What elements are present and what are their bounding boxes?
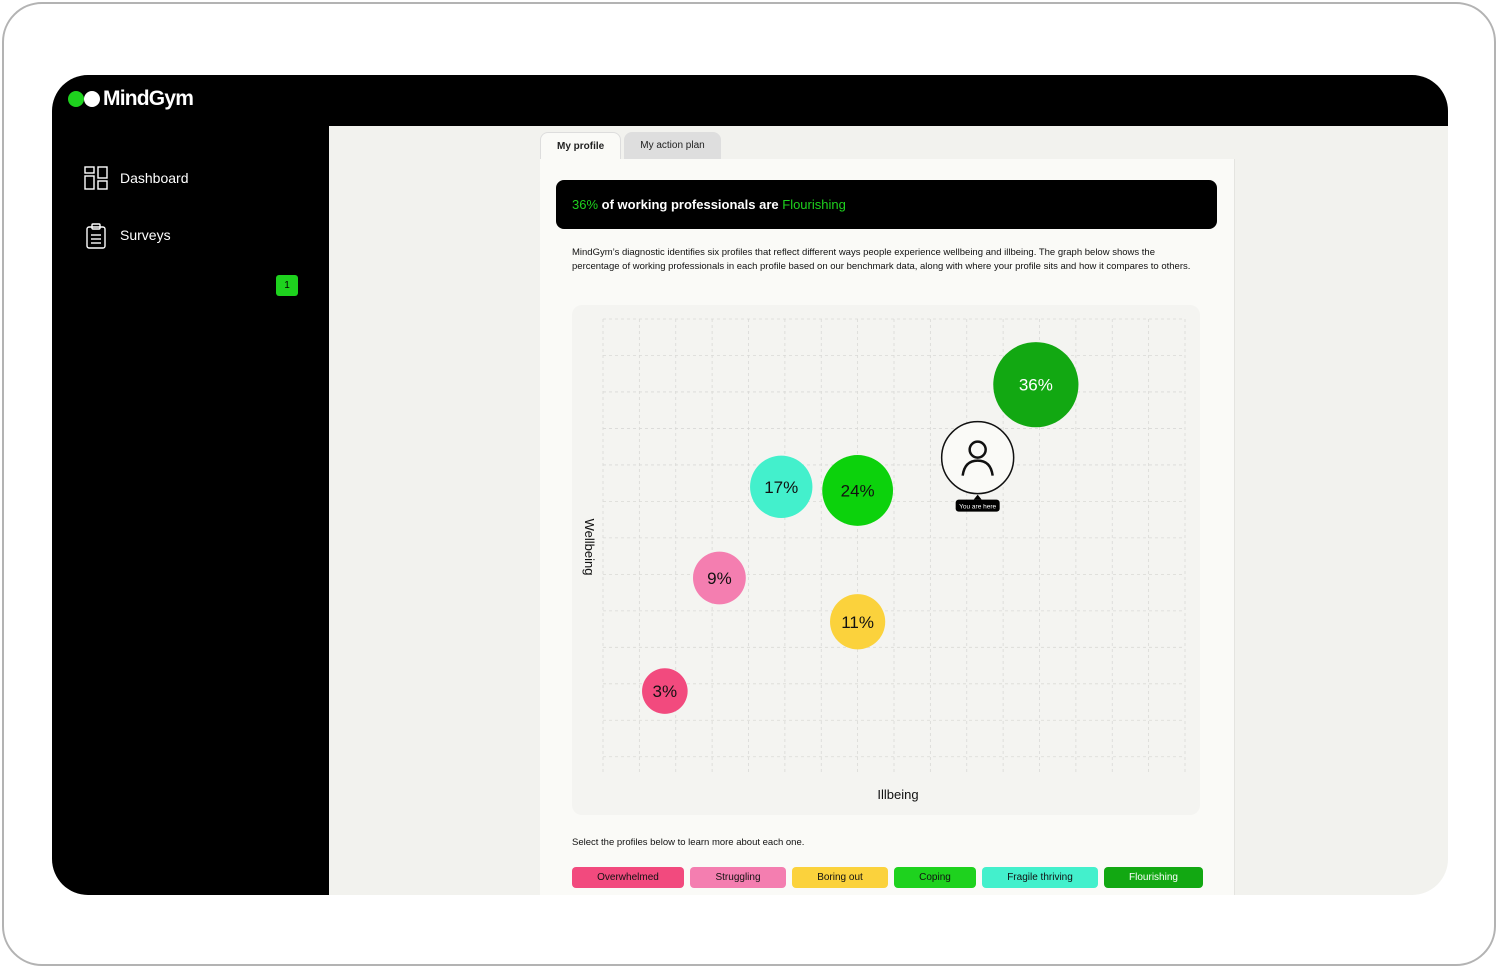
tab-my-action-plan[interactable]: My action plan (624, 132, 721, 159)
profile-card: 36% of working professionals are Flouris… (540, 159, 1235, 895)
bubble-label: 36% (1019, 376, 1053, 395)
bubble-struggling[interactable]: 9% (693, 551, 746, 605)
sidebar-item-label: Dashboard (120, 170, 189, 186)
headline-banner: 36% of working professionals are Flouris… (556, 180, 1217, 229)
description-text: MindGym’s diagnostic identifies six prof… (572, 247, 1191, 272)
headline-text: of working professionals are (598, 197, 783, 212)
clipboard-icon (84, 223, 108, 249)
x-axis-label: Illbeing (877, 787, 918, 802)
bubble-label: 24% (841, 481, 875, 500)
you-are-here-label: You are here (959, 504, 996, 511)
bubble-label: 11% (841, 613, 874, 632)
sidebar: Dashboard Surveys 1 (52, 126, 329, 895)
tooltip-pointer (973, 494, 982, 500)
sidebar-item-surveys[interactable]: Surveys (84, 223, 171, 249)
profile-pill-boring-out[interactable]: Boring out (792, 867, 888, 888)
profile-pill-struggling[interactable]: Struggling (690, 867, 786, 888)
top-bar: MindGym (52, 75, 1448, 126)
chart-svg: Wellbeing Illbeing 3% 9% 11% 24% 17% 36% You … (582, 318, 1186, 802)
logo-text: MindGym (103, 87, 194, 110)
bubble-label: 17% (764, 478, 798, 497)
y-axis-label: Wellbeing (582, 519, 597, 576)
bubble-fragile-thriving[interactable]: 17% (750, 455, 813, 519)
headline-profile: Flourishing (782, 197, 846, 212)
sidebar-item-dashboard[interactable]: Dashboard (84, 166, 189, 190)
bubble-boring-out[interactable]: 11% (830, 594, 886, 650)
chart-grid (602, 318, 1186, 775)
profile-pill-fragile-thriving[interactable]: Fragile thriving (982, 867, 1098, 888)
bubble-label: 9% (707, 569, 732, 588)
tab-my-profile[interactable]: My profile (540, 132, 622, 160)
app-window: MindGym Dashboard Surveys 1 My profile M… (52, 75, 1448, 895)
logo-mark (68, 91, 102, 107)
bubble-overwhelmed[interactable]: 3% (642, 668, 688, 714)
profile-chart: Wellbeing Illbeing 3% 9% 11% 24% 17% 36% You … (572, 305, 1200, 815)
bubble-flourishing[interactable]: 36% (993, 342, 1079, 428)
headline-percent: 36% (572, 197, 599, 212)
profile-pills: Overwhelmed Struggling Boring out Coping… (572, 867, 1209, 888)
mindgym-logo[interactable]: MindGym (68, 87, 194, 111)
you-are-here-marker[interactable]: You are here (940, 420, 1015, 512)
bubble-label: 3% (653, 682, 678, 701)
sidebar-item-label: Surveys (120, 227, 171, 243)
bubble-coping[interactable]: 24% (822, 455, 894, 526)
select-prompt: Select the profiles below to learn more … (572, 837, 805, 848)
bubble-layer: 3% 9% 11% 24% 17% 36% (642, 342, 1079, 714)
surveys-count-badge: 1 (276, 275, 298, 296)
profile-pill-flourishing[interactable]: Flourishing (1104, 867, 1203, 888)
tab-bar: My profile My action plan (540, 132, 724, 160)
dashboard-icon (84, 166, 108, 190)
profile-pill-overwhelmed[interactable]: Overwhelmed (572, 867, 684, 888)
profile-pill-coping[interactable]: Coping (894, 867, 976, 888)
